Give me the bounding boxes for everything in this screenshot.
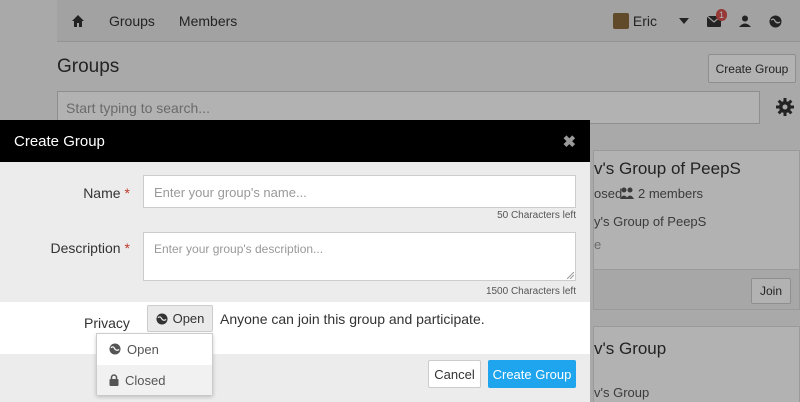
description-label: Description * <box>0 240 130 256</box>
privacy-dropdown-button[interactable]: Open <box>147 305 213 332</box>
globe-icon <box>156 312 168 325</box>
required-marker: * <box>124 240 130 256</box>
name-label: Name * <box>0 185 130 201</box>
privacy-description: Anyone can join this group and participa… <box>220 311 485 327</box>
group-description-textarea[interactable]: Enter your group's description... <box>143 232 576 281</box>
privacy-row: Privacy Open Anyone can join this group … <box>0 302 590 354</box>
lock-icon <box>109 374 119 386</box>
cancel-button[interactable]: Cancel <box>428 360 481 388</box>
description-char-count: 1500 Characters left <box>485 286 576 297</box>
group-name-input[interactable]: Enter your group's name... <box>143 175 576 208</box>
privacy-selected-value: Open <box>172 311 205 326</box>
name-label-text: Name <box>83 185 121 201</box>
close-icon[interactable]: ✖ <box>563 132 576 152</box>
privacy-option-label: Closed <box>125 372 166 388</box>
globe-icon <box>109 343 121 355</box>
description-label-text: Description <box>50 240 121 256</box>
privacy-option-closed[interactable]: Closed <box>97 365 212 395</box>
modal-title: Create Group <box>14 132 105 150</box>
modal-body: Name * Enter your group's name... 50 Char… <box>0 162 590 302</box>
privacy-label: Privacy <box>84 315 130 331</box>
name-char-count: 50 Characters left <box>497 210 576 221</box>
modal-footer: Cancel Create Group <box>0 354 590 402</box>
privacy-option-label: Open <box>127 341 159 357</box>
privacy-dropdown-menu: Open Closed <box>96 333 213 395</box>
modal-header: Create Group ✖ <box>0 120 590 162</box>
create-group-modal: Create Group ✖ Name * Enter your group's … <box>0 120 590 402</box>
resize-handle-icon[interactable] <box>567 272 574 279</box>
privacy-option-open[interactable]: Open <box>97 334 212 364</box>
required-marker: * <box>124 185 130 201</box>
create-group-submit-button[interactable]: Create Group <box>488 360 576 388</box>
